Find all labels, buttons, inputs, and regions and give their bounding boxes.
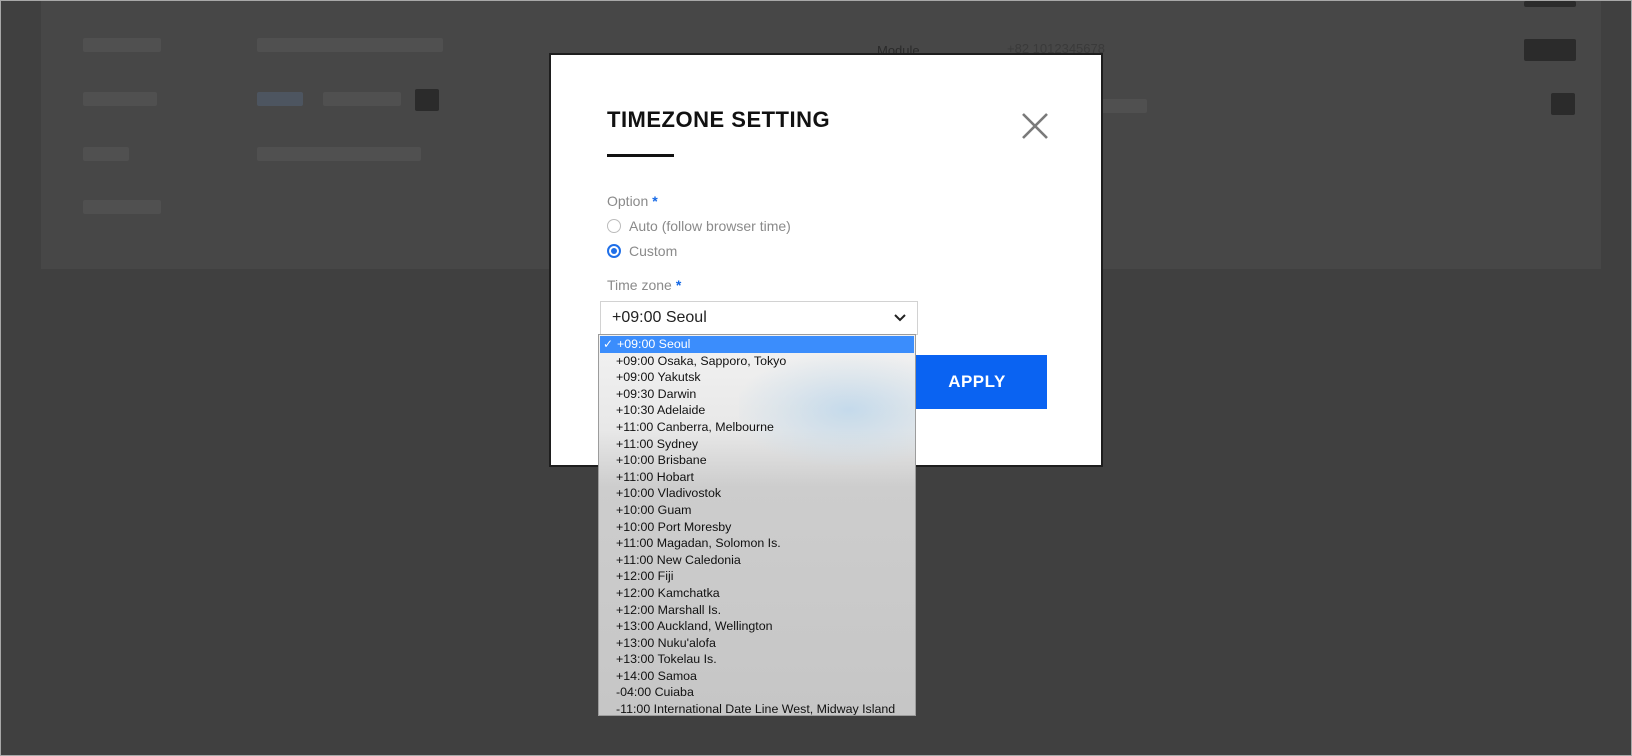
dropdown-option[interactable]: -11:00 International Date Line West, Mid… — [599, 701, 915, 715]
timezone-dropdown-list[interactable]: ✓ +09:00 Seoul +09:00 Osaka, Sapporo, Tok… — [598, 334, 916, 716]
dropdown-option[interactable]: +09:00 Yakutsk — [599, 369, 915, 386]
background-field-value — [257, 38, 443, 52]
background-field-label — [83, 147, 129, 161]
background-field-value — [257, 92, 303, 106]
background-top-button — [1524, 1, 1576, 7]
dropdown-option[interactable]: +12:00 Kamchatka — [599, 585, 915, 602]
dropdown-option[interactable]: +12:00 Fiji — [599, 568, 915, 585]
radio-custom[interactable] — [607, 244, 621, 258]
dropdown-option-selected[interactable]: ✓ +09:00 Seoul — [600, 336, 914, 353]
background-field-label — [83, 38, 161, 52]
dropdown-option[interactable]: +11:00 Hobart — [599, 469, 915, 486]
dropdown-option[interactable]: +10:00 Vladivostok — [599, 485, 915, 502]
radio-auto-option[interactable]: Auto (follow browser time) — [607, 216, 791, 236]
close-button[interactable] — [1016, 107, 1054, 145]
background-field-label — [83, 92, 157, 106]
close-icon — [1022, 113, 1048, 139]
dropdown-option[interactable]: +11:00 Canberra, Melbourne — [599, 419, 915, 436]
dropdown-option[interactable]: +09:30 Darwin — [599, 386, 915, 403]
apply-button[interactable]: APPLY — [913, 355, 1047, 409]
radio-auto[interactable] — [607, 219, 621, 233]
dropdown-option[interactable]: +13:00 Tokelau Is. — [599, 651, 915, 668]
timezone-label-text: Time zone — [607, 277, 672, 293]
checkmark-icon: ✓ — [603, 337, 614, 351]
dropdown-option[interactable]: +10:00 Brisbane — [599, 452, 915, 469]
dropdown-option[interactable]: +13:00 Auckland, Wellington — [599, 618, 915, 635]
dropdown-option[interactable]: +11:00 Magadan, Solomon Is. — [599, 535, 915, 552]
title-underline — [607, 154, 674, 157]
timezone-label: Time zone * — [607, 277, 681, 293]
required-marker: * — [652, 193, 658, 209]
dropdown-option[interactable]: +11:00 Sydney — [599, 436, 915, 453]
dropdown-option[interactable]: +09:00 Osaka, Sapporo, Tokyo — [599, 353, 915, 370]
dropdown-option[interactable]: +10:00 Guam — [599, 502, 915, 519]
dropdown-option[interactable]: -04:00 Cuiaba — [599, 684, 915, 701]
screen-frame: Module +82 1012345678 TIMEZONE SETTING O… — [0, 0, 1632, 756]
background-info-icon — [415, 89, 439, 111]
dropdown-option[interactable]: +10:00 Port Moresby — [599, 519, 915, 536]
option-label-text: Option — [607, 193, 649, 209]
background-edit-icon — [1551, 93, 1575, 115]
background-field-value — [323, 92, 401, 106]
chevron-down-icon — [894, 314, 906, 322]
radio-auto-label: Auto (follow browser time) — [629, 218, 791, 234]
dropdown-option[interactable]: +13:00 Nuku'alofa — [599, 635, 915, 652]
background-field-value — [257, 147, 421, 161]
radio-custom-option[interactable]: Custom — [607, 241, 677, 261]
modal-title: TIMEZONE SETTING — [607, 107, 831, 132]
background-edit-button — [1524, 39, 1576, 61]
option-label: +09:00 Seoul — [617, 337, 691, 351]
timezone-select[interactable]: +09:00 Seoul — [600, 301, 918, 335]
required-marker: * — [675, 277, 682, 293]
dropdown-option[interactable]: +14:00 Samoa — [599, 668, 915, 685]
dropdown-option[interactable]: +12:00 Marshall Is. — [599, 602, 915, 619]
dropdown-option[interactable]: +11:00 New Caledonia — [599, 552, 915, 569]
radio-custom-label: Custom — [629, 243, 678, 259]
dropdown-option[interactable]: +10:30 Adelaide — [599, 402, 915, 419]
timezone-select-value: +09:00 Seoul — [612, 309, 707, 326]
background-field-label — [83, 200, 161, 214]
option-label: Option * — [607, 193, 658, 209]
